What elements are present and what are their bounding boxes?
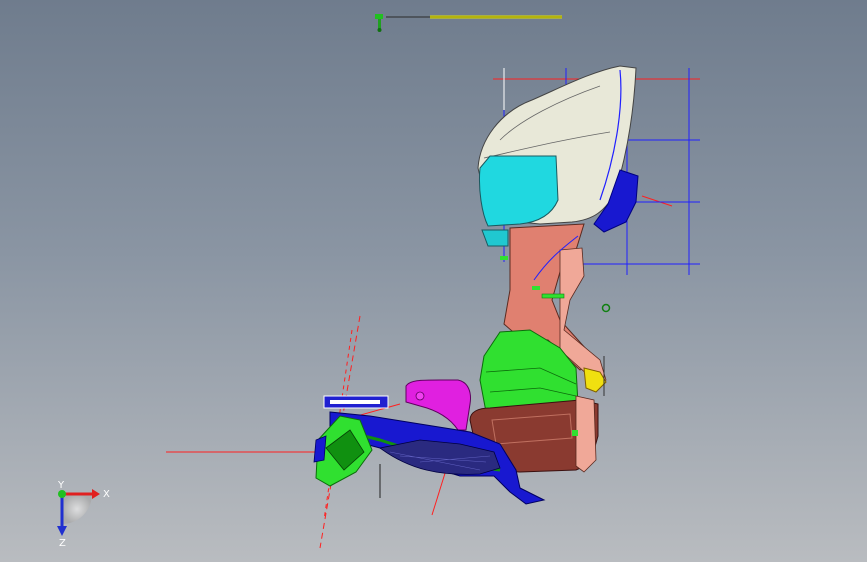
green-bolt [601, 303, 611, 313]
cad-model[interactable] [0, 0, 867, 562]
y-axis-label: Y [57, 480, 65, 491]
magenta-bracket[interactable] [405, 379, 471, 431]
3d-viewport[interactable]: X Y Z [0, 0, 867, 562]
z-axis-label: Z [59, 538, 66, 548]
x-axis-label: X [103, 489, 110, 500]
y-axis-dot [58, 490, 66, 498]
coordinate-triad: X Y Z [57, 480, 110, 548]
